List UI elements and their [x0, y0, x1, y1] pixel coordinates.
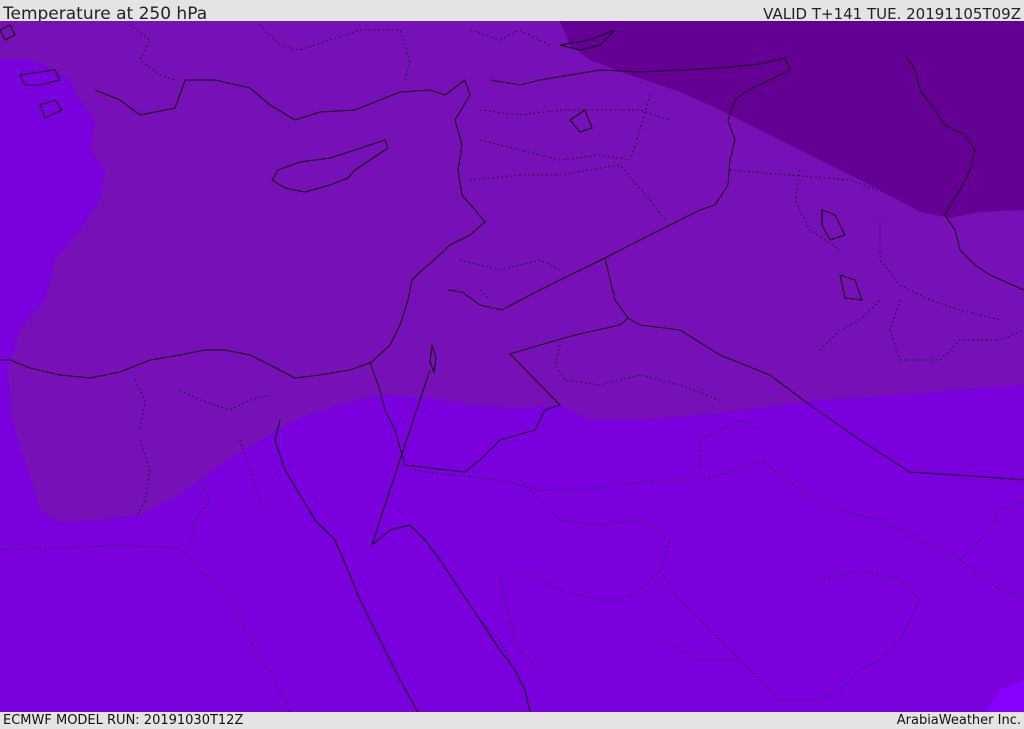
model-run: ECMWF MODEL RUN: 20191030T12Z: [3, 713, 244, 728]
footer-bar: ECMWF MODEL RUN: 20191030T12Z ArabiaWeat…: [0, 712, 1024, 729]
header-bar: Temperature at 250 hPa VALID T+141 TUE. …: [0, 0, 1024, 24]
credit-text: ArabiaWeather Inc.: [896, 713, 1021, 728]
map-canvas[interactable]: [0, 21, 1024, 712]
map-svg: [0, 21, 1024, 712]
